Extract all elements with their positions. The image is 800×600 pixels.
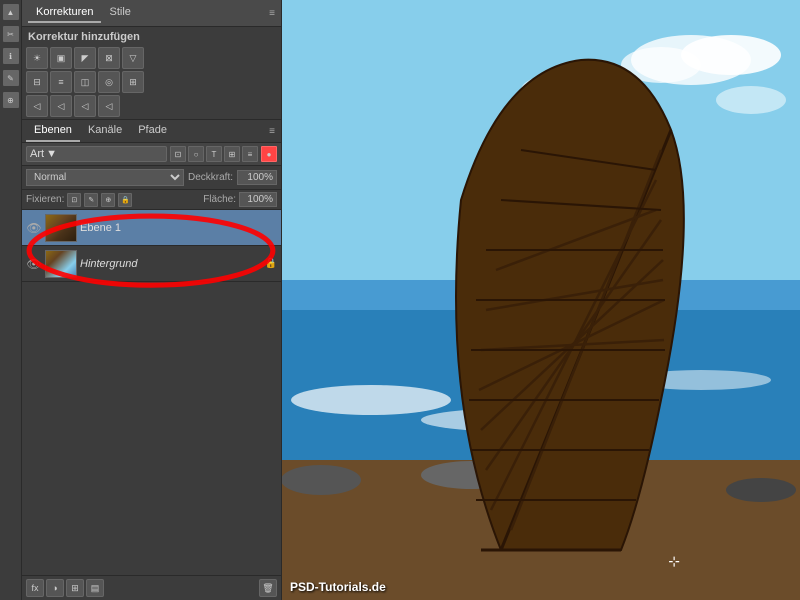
corr-mixer[interactable]: ⊞	[122, 71, 144, 93]
watermark-text: PSD-Tutorials.de	[290, 580, 386, 594]
lock-transparent[interactable]: ⊡	[67, 193, 81, 207]
opacity-value[interactable]: 100%	[237, 170, 277, 185]
korrekturen-tabs: Korrekturen Stile	[28, 3, 139, 23]
filter-active-toggle[interactable]: ●	[261, 146, 277, 162]
filter-label: Art	[30, 148, 44, 160]
opacity-label: Deckkraft:	[188, 172, 233, 183]
corr-photofilter[interactable]: ◎	[98, 71, 120, 93]
fill-value[interactable]: 100%	[239, 192, 277, 207]
corr-levels[interactable]: ▣	[50, 47, 72, 69]
blend-mode-select[interactable]: Normal Auflösen Multiplizieren	[26, 169, 184, 186]
tool-move[interactable]: ▲	[3, 4, 19, 20]
corr-curves[interactable]: ◤	[74, 47, 96, 69]
corr-exposure[interactable]: ⊠	[98, 47, 120, 69]
lock-row: Fixieren: ⊡ ✎ ⊕ 🔒 Fläche: 100%	[22, 190, 281, 210]
lock-all[interactable]: 🔒	[118, 193, 132, 207]
fill-label: Fläche:	[203, 194, 236, 205]
korrekturen-header: Korrekturen Stile ≡	[22, 0, 281, 27]
ebenen-tabs: Ebenen Kanäle Pfade ≡	[22, 120, 281, 143]
layer-thumbnail-hintergrund	[45, 250, 77, 278]
corr-threshold[interactable]: ◁	[50, 95, 72, 117]
ebenen-filter-row: Art ▼ ⊡ ○ T ⊞ ≡ ●	[22, 143, 281, 166]
filter-type-select[interactable]: Art ▼	[26, 146, 167, 162]
korrekturen-title: Korrektur hinzufügen	[22, 27, 281, 45]
tab-kanaele[interactable]: Kanäle	[80, 120, 130, 142]
layer-lock-icon: 🔒	[265, 258, 277, 269]
layer-hintergrund[interactable]: 👁 Hintergrund 🔒	[22, 246, 281, 282]
corr-bw[interactable]: ◫	[74, 71, 96, 93]
corr-gradient[interactable]: ◁	[74, 95, 96, 117]
lock-move[interactable]: ⊕	[101, 193, 115, 207]
tab-korrekturen[interactable]: Korrekturen	[28, 3, 101, 23]
left-toolbar: ▲ ✂ ℹ ✎ ⊕	[0, 0, 22, 600]
cursor-move: ⊹	[668, 553, 680, 570]
tab-stile[interactable]: Stile	[101, 3, 138, 23]
filter-text[interactable]: T	[206, 146, 222, 162]
add-style-button[interactable]: fx	[26, 579, 44, 597]
add-group-button[interactable]: ⊞	[66, 579, 84, 597]
filter-pixel[interactable]: ⊡	[170, 146, 186, 162]
filter-smart[interactable]: ≡	[242, 146, 258, 162]
tool-other[interactable]: ⊕	[3, 92, 19, 108]
layer-thumbnail-ebene1	[45, 214, 77, 242]
icons-row-2: ⊟ ≡ ◫ ◎ ⊞	[26, 71, 277, 93]
corr-selective[interactable]: ◁	[98, 95, 120, 117]
correction-icons: ☀ ▣ ◤ ⊠ ▽ ⊟ ≡ ◫ ◎ ⊞ ◁ ◁ ◁ ◁	[22, 45, 281, 119]
filter-dropdown-arrow: ▼	[46, 148, 57, 160]
add-layer-button[interactable]: ▤	[86, 579, 104, 597]
layer-visibility-ebene1[interactable]: 👁	[26, 220, 42, 236]
tool-select[interactable]: ✂	[3, 26, 19, 42]
tool-paint[interactable]: ✎	[3, 70, 19, 86]
layer-name-hintergrund: Hintergrund	[80, 258, 262, 270]
corr-posterize[interactable]: ◁	[26, 95, 48, 117]
filter-adjustment[interactable]: ○	[188, 146, 204, 162]
canvas-image	[282, 0, 800, 600]
fixieren-label: Fixieren:	[26, 194, 64, 205]
filter-icons: ⊡ ○ T ⊞ ≡	[170, 146, 258, 162]
filter-shape[interactable]: ⊞	[224, 146, 240, 162]
corr-vibrance[interactable]: ▽	[122, 47, 144, 69]
layers-list: 👁 Ebene 1 👁 Hintergrund 🔒	[22, 210, 281, 575]
canvas-area: PSD-Tutorials.de ⊹	[282, 0, 800, 600]
delete-layer-button[interactable]: 🗑	[259, 579, 277, 597]
blend-mode-row: Normal Auflösen Multiplizieren Deckkraft…	[22, 166, 281, 190]
add-mask-button[interactable]: ◑	[46, 579, 64, 597]
lock-paint[interactable]: ✎	[84, 193, 98, 207]
tab-ebenen[interactable]: Ebenen	[26, 120, 80, 142]
layer-visibility-hintergrund[interactable]: 👁	[26, 256, 42, 272]
korrekturen-collapse[interactable]: ≡	[269, 8, 275, 19]
tab-pfade[interactable]: Pfade	[130, 120, 175, 142]
corr-brightness[interactable]: ☀	[26, 47, 48, 69]
tool-info[interactable]: ℹ	[3, 48, 19, 64]
icons-row-3: ◁ ◁ ◁ ◁	[26, 95, 277, 117]
main-area: Korrekturen Stile ≡ Korrektur hinzufügen…	[22, 0, 800, 600]
layer-ebene1[interactable]: 👁 Ebene 1	[22, 210, 281, 246]
panel-bottom-bar: fx ◑ ⊞ ▤ 🗑	[22, 575, 281, 600]
corr-hsl[interactable]: ⊟	[26, 71, 48, 93]
ebenen-panel: Ebenen Kanäle Pfade ≡ Art ▼ ⊡ ○ T ⊞ ≡	[22, 120, 281, 600]
layer-name-ebene1: Ebene 1	[80, 222, 277, 234]
ebenen-panel-menu[interactable]: ≡	[269, 126, 275, 137]
icons-row-1: ☀ ▣ ◤ ⊠ ▽	[26, 47, 277, 69]
korrekturen-panel: Korrekturen Stile ≡ Korrektur hinzufügen…	[22, 0, 281, 120]
panel: Korrekturen Stile ≡ Korrektur hinzufügen…	[22, 0, 282, 600]
corr-colorbalance[interactable]: ≡	[50, 71, 72, 93]
